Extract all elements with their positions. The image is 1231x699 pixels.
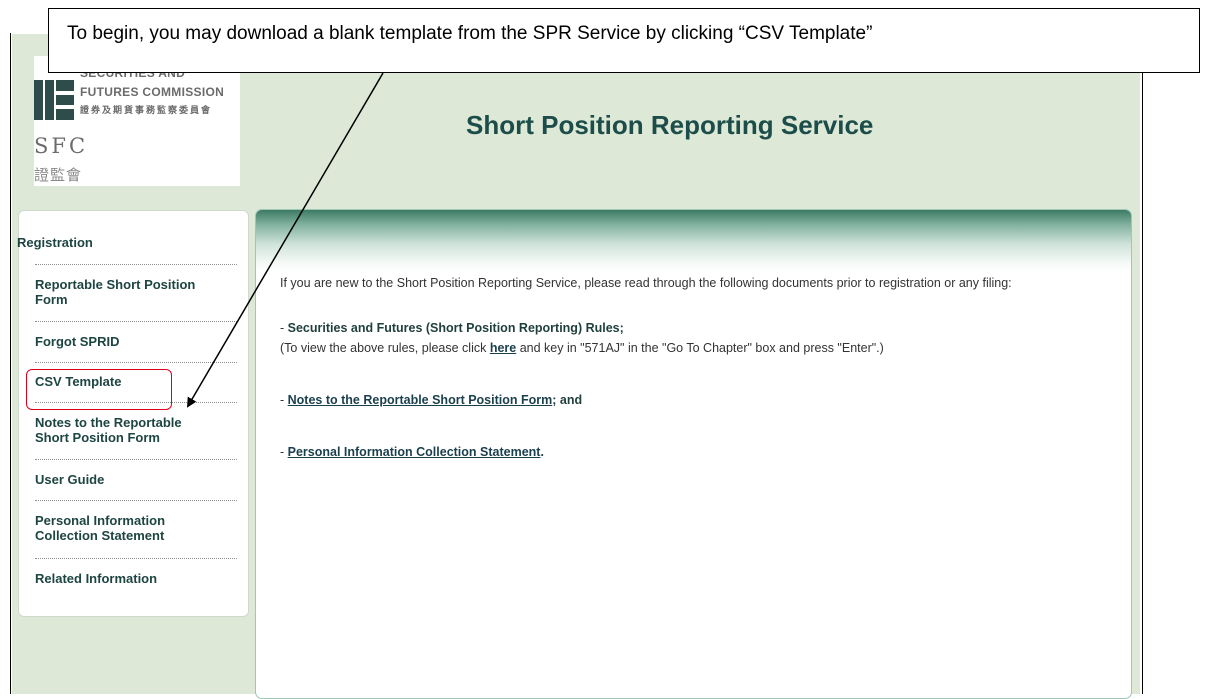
annotation-arrow-icon: [186, 72, 384, 408]
